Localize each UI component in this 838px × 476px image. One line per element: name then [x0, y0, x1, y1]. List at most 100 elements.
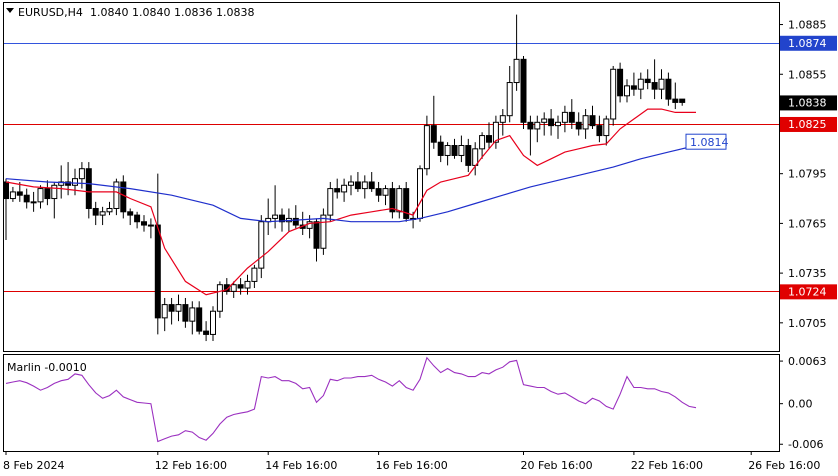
candle-body — [589, 115, 596, 127]
candle-body — [423, 125, 430, 170]
candle-body — [354, 181, 361, 190]
indicator-axis: 0.0063 0.00 -0.006 — [779, 355, 827, 451]
candle-body — [465, 145, 472, 166]
candle-body — [30, 201, 37, 204]
candle-body — [430, 125, 437, 143]
indicator-tick-label: 0.0063 — [788, 355, 827, 368]
main-panel-frame — [3, 2, 780, 352]
time-tick-label: 26 Feb 16:00 — [748, 459, 820, 472]
candle-body — [37, 188, 44, 203]
candle-body — [486, 135, 492, 143]
candle-body — [9, 191, 16, 200]
candle-body — [92, 207, 99, 216]
marlin-line — [5, 356, 697, 443]
candle-body — [341, 184, 348, 193]
candle-body — [189, 307, 196, 322]
candle-body — [617, 68, 624, 97]
candle-body — [610, 68, 617, 120]
candle-body — [134, 214, 141, 223]
candle-body — [479, 135, 486, 150]
candle-body — [230, 284, 237, 292]
candle-body — [51, 184, 58, 200]
candle-body — [272, 214, 279, 219]
candle-body — [630, 85, 637, 90]
price-tick-label: 1.0705 — [788, 317, 827, 330]
candle-body — [85, 168, 92, 209]
candle-body — [499, 115, 506, 123]
time-tick-label: 16 Feb 16:00 — [376, 459, 448, 472]
candle-body — [334, 188, 341, 193]
price-axis: 1.0885 1.0855 1.0795 1.0765 1.0735 1.0705 1.08… — [779, 19, 837, 330]
indicator-label: Marlin -0.0010 — [7, 361, 87, 374]
candle-body — [203, 330, 210, 335]
candle-body — [672, 98, 679, 103]
candle-body — [210, 310, 216, 335]
time-tick-label: 12 Feb 16:00 — [155, 459, 227, 472]
time-tick-label: 22 Feb 16:00 — [631, 459, 703, 472]
candle-body — [437, 141, 444, 156]
candle-body — [417, 168, 423, 219]
indicator-panel-frame — [3, 354, 780, 452]
candle-body — [327, 188, 334, 216]
candle-body — [113, 181, 120, 209]
price-tick-label: 1.0885 — [788, 19, 827, 32]
candle-body — [637, 78, 644, 90]
candle-body — [99, 211, 106, 216]
candle-body — [527, 121, 534, 130]
candle-body — [568, 111, 575, 123]
candle-body — [396, 188, 403, 213]
candle-body — [348, 181, 354, 186]
price-tick-label: 1.0765 — [788, 217, 827, 230]
candle-body — [513, 58, 520, 84]
candle-body — [555, 121, 561, 127]
candle-body — [147, 224, 154, 227]
candle-body — [320, 214, 327, 249]
candle-body — [582, 115, 589, 130]
candle-body — [78, 168, 85, 180]
ohlc-label: 1.0840 1.0840 1.0836 1.0838 — [90, 6, 254, 19]
time-tick-label: 14 Feb 16:00 — [265, 459, 337, 472]
candle-body — [658, 78, 665, 90]
candle-body — [244, 280, 251, 289]
time-tick-label: 20 Feb 16:00 — [521, 459, 593, 472]
price-tick-label: 1.0855 — [788, 68, 827, 81]
candle-body — [106, 207, 113, 213]
candle-body — [237, 284, 244, 289]
candle-body — [506, 82, 513, 117]
candle-body — [16, 191, 23, 196]
candle-body — [520, 58, 527, 123]
current-price-label: 1.0838 — [788, 96, 827, 109]
time-axis: 8 Feb 2024 12 Feb 16:00 14 Feb 16:00 16 Feb… — [3, 451, 820, 472]
candle-body — [561, 111, 568, 123]
candle-body — [161, 304, 168, 319]
candle-body — [534, 121, 541, 130]
dropdown-arrow-icon[interactable] — [6, 8, 14, 13]
candle-body — [216, 284, 223, 312]
marlin-series-line — [5, 356, 697, 443]
price-tick-label: 1.0735 — [788, 267, 827, 280]
candle-body — [44, 188, 51, 200]
candle-body — [127, 211, 134, 216]
candle-body — [23, 194, 30, 203]
price-tick-label: 1.0795 — [788, 168, 827, 181]
level-price-label: 1.0825 — [788, 118, 827, 131]
indicator-tick-label: 0.00 — [788, 398, 813, 411]
candle-body — [258, 221, 265, 269]
indicator-tick-label: -0.006 — [788, 438, 823, 451]
candle-body — [541, 118, 548, 123]
candle-body — [492, 121, 499, 143]
symbol-label: EURUSD,H4 — [18, 6, 83, 19]
candle-body — [313, 221, 320, 249]
candle-body — [596, 125, 603, 137]
level-price-label: 1.0724 — [788, 285, 827, 298]
projection-label: 1.0814 — [690, 136, 729, 149]
candle-body — [368, 181, 375, 190]
candle-body — [196, 307, 203, 332]
candle-body — [182, 304, 189, 322]
candle-body — [141, 221, 147, 226]
candle-body — [175, 304, 182, 312]
candle-body — [665, 78, 672, 100]
candle-body — [154, 224, 161, 319]
candle-body — [548, 118, 555, 127]
candle-body — [361, 181, 368, 190]
